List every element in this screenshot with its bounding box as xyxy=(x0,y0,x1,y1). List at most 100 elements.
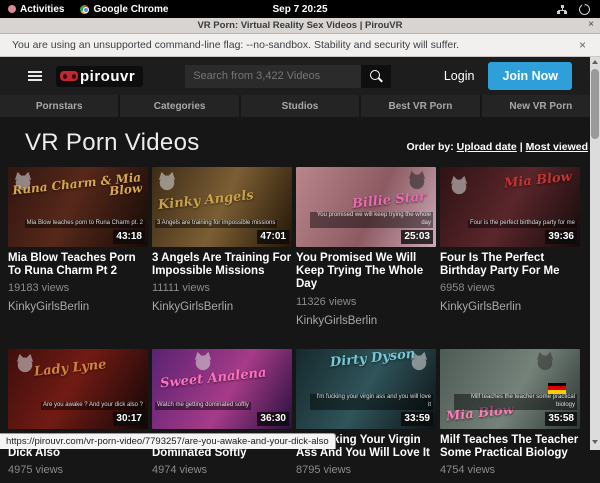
video-title[interactable]: 3 Angels Are Training For Impossible Mis… xyxy=(152,252,292,278)
order-by: Order by: Upload date | Most viewed xyxy=(406,141,588,153)
video-card[interactable]: Kinky Angels 3 Angels are training for i… xyxy=(152,167,292,327)
join-now-button[interactable]: Join Now xyxy=(488,62,572,90)
search-button[interactable] xyxy=(361,65,391,88)
activities-icon xyxy=(8,5,16,13)
duration-badge: 25:03 xyxy=(401,230,433,244)
vr-goggles-icon xyxy=(60,71,78,81)
vertical-scrollbar[interactable] xyxy=(590,57,600,450)
video-thumbnail[interactable]: Kinky Angels 3 Angels are training for i… xyxy=(152,167,292,247)
hamburger-menu-icon[interactable] xyxy=(28,71,42,81)
video-views: 4754 views xyxy=(440,464,580,476)
order-upload-date-link[interactable]: Upload date xyxy=(457,141,517,153)
video-thumbnail[interactable]: Billie Star You promised we will keep tr… xyxy=(296,167,436,247)
login-link[interactable]: Login xyxy=(430,69,489,83)
thumb-overlay-text: Lady Lyne xyxy=(34,359,108,379)
activities-label: Activities xyxy=(20,4,64,15)
nav-item-new-vr-porn[interactable]: New VR Porn xyxy=(482,95,600,117)
video-thumbnail[interactable]: Sweet Analena Watch me getting dominated… xyxy=(152,349,292,429)
studio-cat-logo-icon xyxy=(406,170,428,190)
video-thumbnail[interactable]: Mia Blow Milf teaches the teacher some p… xyxy=(440,349,580,429)
video-views: 6958 views xyxy=(440,282,580,294)
infobar-close-icon[interactable]: × xyxy=(579,38,600,52)
order-by-label: Order by: xyxy=(406,141,453,153)
order-separator: | xyxy=(520,141,523,153)
duration-badge: 36:30 xyxy=(257,412,289,426)
status-url-text: https://pirouvr.com/vr-porn-video/779325… xyxy=(6,436,329,447)
window-close-icon[interactable]: × xyxy=(588,19,594,30)
video-card[interactable]: Runa Charm & Mia Blow Mia Blow teaches p… xyxy=(8,167,148,327)
video-thumbnail[interactable]: Mia Blow Four is the perfect birthday pa… xyxy=(440,167,580,247)
web-content: pirouvr Login Join Now Pornstars Categor… xyxy=(0,57,600,450)
nav-item-best-vr-porn[interactable]: Best VR Porn xyxy=(361,95,481,117)
video-card[interactable]: Billie Star You promised we will keep tr… xyxy=(296,167,436,327)
video-views: 11111 views xyxy=(152,282,292,294)
video-thumbnail[interactable]: Dirty Dyson I'm fucking your virgin ass … xyxy=(296,349,436,429)
duration-badge: 47:01 xyxy=(257,230,289,244)
video-title[interactable]: Milf Teaches The Teacher Some Practical … xyxy=(440,434,580,460)
main-nav: Pornstars Categories Studios Best VR Por… xyxy=(0,95,600,117)
power-icon[interactable] xyxy=(579,4,590,15)
app-menu-label: Google Chrome xyxy=(93,4,168,15)
scroll-down-icon[interactable] xyxy=(592,440,598,444)
search-icon xyxy=(370,70,380,80)
studio-link[interactable]: KinkyGirlsBerlin xyxy=(440,301,580,313)
duration-badge: 30:17 xyxy=(113,412,145,426)
thumb-caption: 3 Angels are training for impossible mis… xyxy=(155,220,277,228)
video-title[interactable]: Four Is The Perfect Birthday Party For M… xyxy=(440,252,580,278)
video-card[interactable]: Mia Blow Milf teaches the teacher some p… xyxy=(440,349,580,483)
studio-cat-logo-icon xyxy=(156,171,178,191)
nav-item-pornstars[interactable]: Pornstars xyxy=(0,95,120,117)
video-thumbnail[interactable]: Runa Charm & Mia Blow Mia Blow teaches p… xyxy=(8,167,148,247)
thumb-caption: Milf teaches the teacher some practical … xyxy=(454,394,577,410)
site-logo-text: pirouvr xyxy=(80,68,135,85)
video-views: 8795 views xyxy=(296,464,436,476)
thumb-overlay-text: Mia Blow xyxy=(503,171,572,190)
video-thumbnail[interactable]: Lady Lyne Are you awake ? And your dick … xyxy=(8,349,148,429)
video-views: 19183 views xyxy=(8,282,148,294)
thumb-overlay-text: Billie Star xyxy=(352,191,427,211)
scroll-up-icon[interactable] xyxy=(592,60,598,64)
status-url-bar: https://pirouvr.com/vr-porn-video/779325… xyxy=(0,433,336,449)
thumb-caption: Four is the perfect birthday party for m… xyxy=(468,220,577,228)
video-views: 4975 views xyxy=(8,464,148,476)
studio-cat-logo-icon xyxy=(14,353,36,373)
network-icon[interactable] xyxy=(557,5,567,14)
activities-button[interactable]: Activities xyxy=(0,4,72,15)
search-input[interactable] xyxy=(185,65,361,88)
nav-item-categories[interactable]: Categories xyxy=(120,95,240,117)
video-views: 4974 views xyxy=(152,464,292,476)
studio-cat-logo-icon xyxy=(534,351,556,371)
duration-badge: 43:18 xyxy=(113,230,145,244)
studio-link[interactable]: KinkyGirlsBerlin xyxy=(8,301,148,313)
studio-cat-logo-icon xyxy=(448,175,470,195)
video-card[interactable]: Mia Blow Four is the perfect birthday pa… xyxy=(440,167,580,327)
video-title[interactable]: Mia Blow Teaches Porn To Runa Charm Pt 2 xyxy=(8,252,148,278)
duration-badge: 33:59 xyxy=(401,412,433,426)
video-views: 11326 views xyxy=(296,296,436,308)
scrollbar-thumb[interactable] xyxy=(591,69,599,139)
studio-link[interactable]: KinkyGirlsBerlin xyxy=(152,301,292,313)
page-heading-row: VR Porn Videos Order by: Upload date | M… xyxy=(25,129,588,157)
thumb-overlay-text: Dirty Dyson xyxy=(330,349,416,370)
thumb-caption: Mia Blow teaches porn to Runa Charm pt. … xyxy=(25,220,145,228)
video-title[interactable]: You Promised We Will Keep Trying The Who… xyxy=(296,252,436,292)
site-header: pirouvr Login Join Now xyxy=(0,57,600,95)
duration-badge: 35:58 xyxy=(545,412,577,426)
video-card[interactable]: Sweet Analena Watch me getting dominated… xyxy=(152,349,292,483)
video-card[interactable]: Dirty Dyson I'm fucking your virgin ass … xyxy=(296,349,436,483)
thumb-caption: Are you awake ? And your dick also ? xyxy=(41,402,145,410)
system-top-bar: Activities Google Chrome Sep 7 20:25 xyxy=(0,0,600,18)
video-card[interactable]: Lady Lyne Are you awake ? And your dick … xyxy=(8,349,148,483)
thumb-caption: Watch me getting dominated softly xyxy=(155,402,251,410)
site-logo[interactable]: pirouvr xyxy=(56,66,143,87)
order-most-viewed-link[interactable]: Most viewed xyxy=(526,141,588,153)
infobar-message: You are using an unsupported command-lin… xyxy=(0,39,459,51)
studio-link[interactable]: KinkyGirlsBerlin xyxy=(296,315,436,327)
thumb-caption: I'm fucking your virgin ass and you will… xyxy=(310,394,433,410)
chrome-icon xyxy=(80,5,89,14)
thumb-overlay-text: Kinky Angels xyxy=(158,190,255,212)
window-title: VR Porn: Virtual Reality Sex Videos | Pi… xyxy=(197,20,402,31)
nav-item-studios[interactable]: Studios xyxy=(241,95,361,117)
app-menu-button[interactable]: Google Chrome xyxy=(72,4,176,15)
studio-cat-logo-icon xyxy=(192,351,214,371)
